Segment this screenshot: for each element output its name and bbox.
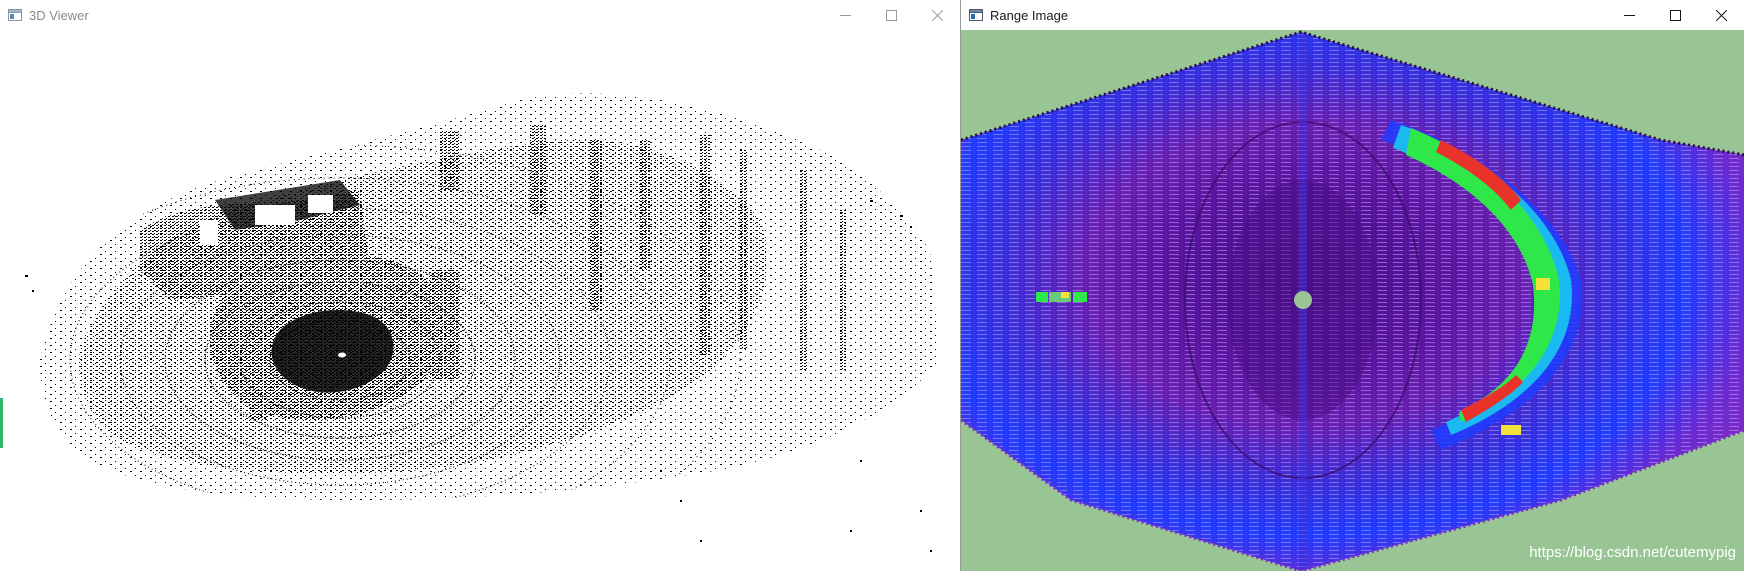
viewer-window-controls <box>822 0 960 30</box>
range-close-button[interactable] <box>1698 0 1744 30</box>
range-minimize-button[interactable] <box>1606 0 1652 30</box>
range-image-canvas[interactable]: https://blog.csdn.net/cutemypig <box>961 30 1744 571</box>
point-cloud-render <box>25 93 940 552</box>
minimize-icon <box>1623 14 1635 16</box>
range-window-controls <box>1606 0 1744 30</box>
viewer-window[interactable]: 3D Viewer <box>0 0 960 571</box>
close-icon <box>1715 9 1727 21</box>
watermark-url: https://blog.csdn.net/cutemypig <box>1529 544 1736 561</box>
range-image-render <box>961 30 1744 571</box>
viewer-minimize-button[interactable] <box>822 0 868 30</box>
close-icon <box>931 9 943 21</box>
range-maximize-button[interactable] <box>1652 0 1698 30</box>
maximize-icon <box>1669 9 1681 21</box>
maximize-icon <box>885 9 897 21</box>
range-titlebar[interactable]: Range Image <box>961 0 1744 30</box>
app-window-icon <box>969 9 983 21</box>
viewer-title: 3D Viewer <box>29 7 89 23</box>
viewer-canvas[interactable] <box>0 30 960 571</box>
range-window[interactable]: Range Image https://blog.csdn.net/cutemy… <box>960 0 1744 571</box>
desktop: 3D Viewer Range Image https://blog.csdn.… <box>0 0 1744 571</box>
app-window-icon <box>8 9 22 21</box>
minimize-icon <box>839 14 851 16</box>
green-edge-marker <box>0 398 3 448</box>
viewer-close-button[interactable] <box>914 0 960 30</box>
viewer-titlebar[interactable]: 3D Viewer <box>0 0 960 30</box>
viewer-maximize-button[interactable] <box>868 0 914 30</box>
range-title: Range Image <box>990 7 1069 23</box>
